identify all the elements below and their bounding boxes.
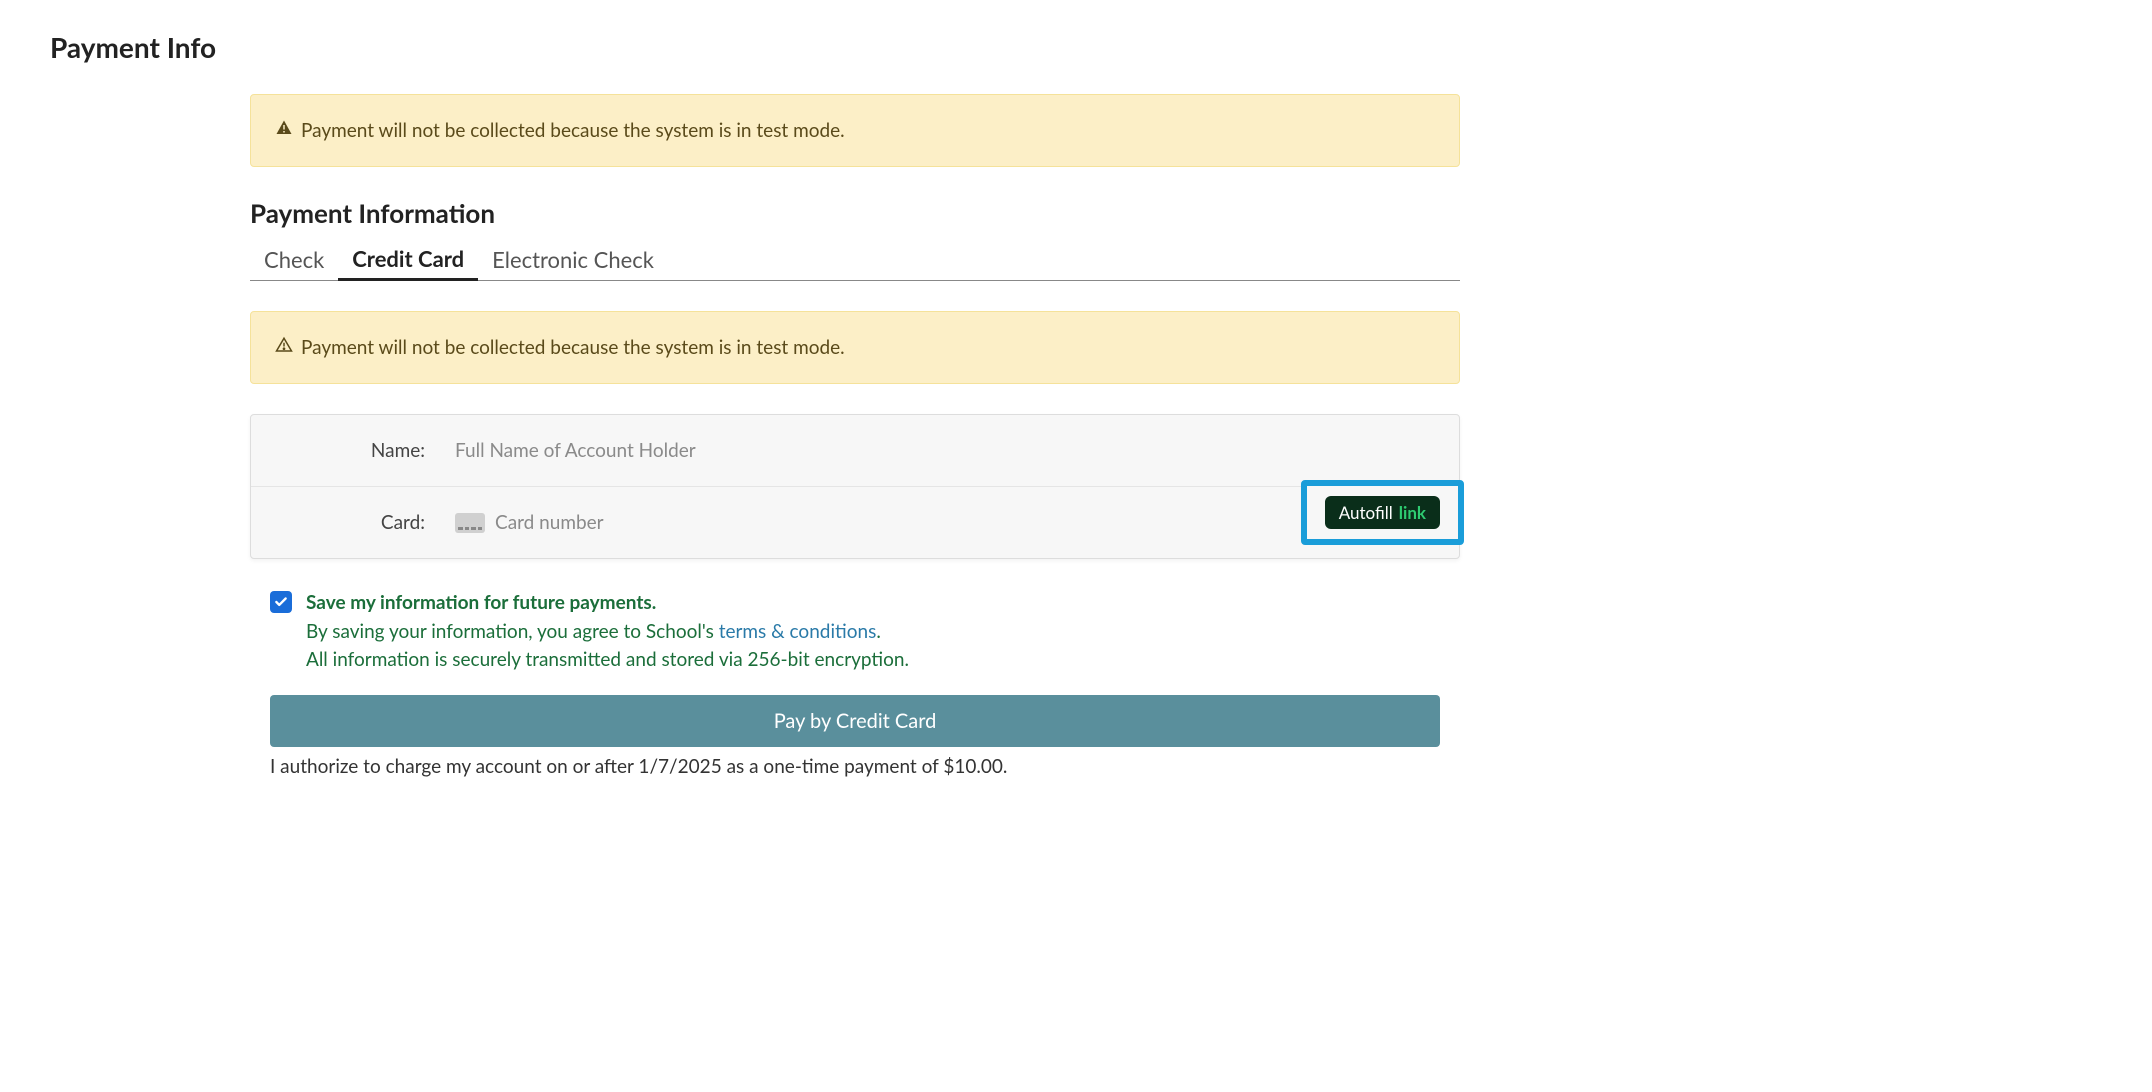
save-info-line2a: By saving your information, you agree to…	[306, 620, 719, 643]
tab-check[interactable]: Check	[250, 239, 338, 280]
payment-tabs: Check Credit Card Electronic Check	[250, 239, 1460, 281]
name-row: Name:	[251, 415, 1459, 487]
save-info-checkbox[interactable]	[270, 591, 292, 613]
save-info-line2b: .	[876, 620, 880, 643]
autofill-highlight: Autofill link	[1301, 480, 1464, 545]
card-panel: Name: Card: Autofill link	[250, 414, 1460, 559]
save-info-line3: All information is securely transmitted …	[306, 648, 909, 671]
card-label: Card:	[275, 511, 455, 534]
tab-electronic-check[interactable]: Electronic Check	[478, 239, 668, 280]
autofill-link-text: link	[1399, 502, 1426, 523]
section-title: Payment Information	[250, 197, 1460, 229]
card-row: Card: Autofill link	[251, 487, 1459, 558]
tab-credit-card[interactable]: Credit Card	[338, 239, 478, 281]
terms-link[interactable]: terms & conditions	[719, 620, 877, 643]
page-title: Payment Info	[50, 30, 2102, 64]
content-column: Payment will not be collected because th…	[250, 94, 1460, 778]
pay-by-credit-card-button[interactable]: Pay by Credit Card	[270, 695, 1440, 747]
save-info-section: Save my information for future payments.…	[250, 589, 1460, 695]
alert-text: Payment will not be collected because th…	[301, 119, 845, 142]
autofill-text: Autofill	[1339, 502, 1393, 523]
save-info-title: Save my information for future payments.	[306, 591, 656, 614]
warning-icon	[275, 336, 293, 359]
autofill-link-button[interactable]: Autofill link	[1325, 496, 1440, 529]
name-input[interactable]	[455, 433, 1435, 468]
name-label: Name:	[275, 439, 455, 462]
card-icon	[455, 513, 485, 533]
warning-icon	[275, 119, 293, 142]
alert-text: Payment will not be collected because th…	[301, 336, 845, 359]
card-number-input[interactable]	[495, 505, 1435, 540]
authorize-text: I authorize to charge my account on or a…	[250, 755, 1460, 778]
test-mode-alert-top: Payment will not be collected because th…	[250, 94, 1460, 167]
test-mode-alert-inner: Payment will not be collected because th…	[250, 311, 1460, 384]
